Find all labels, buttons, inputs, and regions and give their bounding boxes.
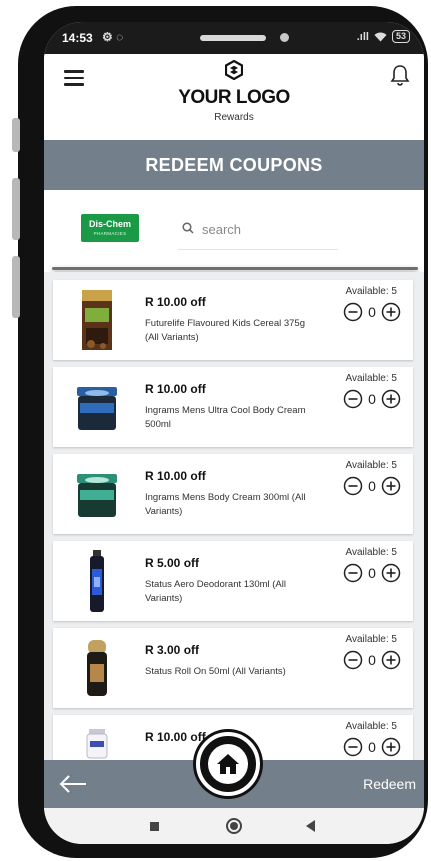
coupon-description: Futurelife Flavoured Kids Cereal 375g (A… (145, 318, 306, 343)
quantity-value: 0 (368, 739, 376, 755)
coupon-discount: R 10.00 off (145, 382, 206, 396)
home-icon (217, 754, 239, 774)
coupon-card[interactable]: R 10.00 off Ingrams Mens Ultra Cool Body… (53, 367, 413, 447)
search-input[interactable]: search (178, 212, 338, 250)
minus-circle-icon[interactable] (343, 650, 363, 670)
coupon-available: Available: 5 (345, 721, 397, 732)
battery-icon: 53 (391, 30, 410, 43)
coupon-description: Ingrams Mens Body Cream 300ml (All Varia… (145, 492, 306, 517)
product-image-body-cream-tub (77, 474, 117, 517)
quantity-stepper: 0 (343, 389, 401, 409)
coupon-card[interactable]: R 10.00 off Futurelife Flavoured Kids Ce… (53, 280, 413, 360)
coupon-list[interactable]: R 10.00 off Futurelife Flavoured Kids Ce… (44, 272, 424, 760)
plus-circle-icon[interactable] (381, 302, 401, 322)
signal-icon: .ıll (356, 30, 369, 43)
phone-side-button (12, 118, 20, 152)
search-icon (182, 222, 194, 234)
quantity-value: 0 (368, 304, 376, 320)
plus-circle-icon[interactable] (381, 389, 401, 409)
store-logo-sub: PHARMACIES (93, 231, 127, 236)
status-time: 14:53 (62, 31, 93, 45)
app-logo: YOUR LOGO Rewards (44, 60, 424, 123)
quantity-value: 0 (368, 391, 376, 407)
recents-icon[interactable] (150, 822, 159, 831)
coupon-description: Status Roll On 50ml (All Variants) (145, 666, 286, 677)
coupon-discount: R 10.00 off (145, 469, 206, 483)
app-header: YOUR LOGO Rewards (44, 54, 424, 140)
phone-side-button (12, 256, 20, 318)
minus-circle-icon[interactable] (343, 389, 363, 409)
quantity-value: 0 (368, 478, 376, 494)
coupon-available: Available: 5 (345, 547, 397, 558)
quantity-stepper: 0 (343, 737, 401, 757)
coupon-available: Available: 5 (345, 286, 397, 297)
quantity-stepper: 0 (343, 476, 401, 496)
coupon-available: Available: 5 (345, 634, 397, 645)
product-image-cream-jar (86, 729, 108, 759)
speaker-notch (200, 35, 266, 41)
minus-circle-icon[interactable] (343, 737, 363, 757)
wifi-icon (374, 32, 387, 41)
plus-circle-icon[interactable] (381, 563, 401, 583)
status-notification-icons: ⚙ ◌ (102, 30, 124, 44)
product-image-body-cream-tub (77, 387, 117, 430)
logo-text: YOUR LOGO (178, 87, 290, 108)
home-nav-icon[interactable] (226, 818, 242, 834)
status-right-icons: .ıll 53 (357, 30, 410, 43)
coupon-description: Status Aero Deodorant 130ml (All Variant… (145, 579, 286, 604)
status-bar: 14:53 ⚙ ◌ .ıll 53 (44, 22, 424, 54)
plus-circle-icon[interactable] (381, 737, 401, 757)
coupon-discount: R 10.00 off (145, 295, 206, 309)
quantity-stepper: 0 (343, 563, 401, 583)
android-nav-bar (44, 808, 424, 844)
store-logo[interactable]: Dis-Chem PHARMACIES (81, 214, 139, 242)
redeem-button[interactable]: Redeem (363, 776, 416, 792)
product-image-deodorant-can (90, 550, 104, 612)
home-icon-wrap (208, 744, 248, 784)
back-nav-icon[interactable] (306, 820, 315, 832)
quantity-stepper: 0 (343, 650, 401, 670)
quantity-value: 0 (368, 652, 376, 668)
page-title: REDEEM COUPONS (44, 140, 424, 190)
phone-side-button (12, 178, 20, 240)
minus-circle-icon[interactable] (343, 302, 363, 322)
logo-subtitle: Rewards (214, 112, 254, 123)
quantity-stepper: 0 (343, 302, 401, 322)
quantity-value: 0 (368, 565, 376, 581)
coupon-description: Ingrams Mens Ultra Cool Body Cream 500ml (145, 405, 306, 430)
coupon-discount: R 3.00 off (145, 643, 200, 657)
back-arrow-icon[interactable] (58, 772, 88, 796)
coupon-available: Available: 5 (345, 373, 397, 384)
coupon-card[interactable]: R 5.00 off Status Aero Deodorant 130ml (… (53, 541, 413, 621)
coupon-discount: R 5.00 off (145, 556, 200, 570)
store-search-row: Dis-Chem PHARMACIES search (44, 190, 424, 268)
coupon-card[interactable]: R 10.00 off Ingrams Mens Body Cream 300m… (53, 454, 413, 534)
search-placeholder: search (202, 222, 242, 237)
plus-circle-icon[interactable] (381, 650, 401, 670)
coupon-card[interactable]: R 3.00 off Status Roll On 50ml (All Vari… (53, 628, 413, 708)
coupon-discount: R 10.00 off (145, 730, 206, 744)
coupon-available: Available: 5 (345, 460, 397, 471)
phone-screen: 14:53 ⚙ ◌ .ıll 53 YOUR LOGO Rewards REDE… (44, 22, 424, 844)
store-logo-name: Dis-Chem (88, 219, 131, 229)
front-camera (280, 33, 289, 42)
plus-circle-icon[interactable] (381, 476, 401, 496)
bell-icon[interactable] (390, 64, 410, 86)
product-image-roll-on (87, 640, 107, 696)
minus-circle-icon[interactable] (343, 476, 363, 496)
minus-circle-icon[interactable] (343, 563, 363, 583)
home-button[interactable] (196, 732, 260, 796)
list-divider (52, 267, 418, 270)
product-image-cereal (82, 290, 112, 350)
logo-mark-icon (225, 60, 243, 80)
